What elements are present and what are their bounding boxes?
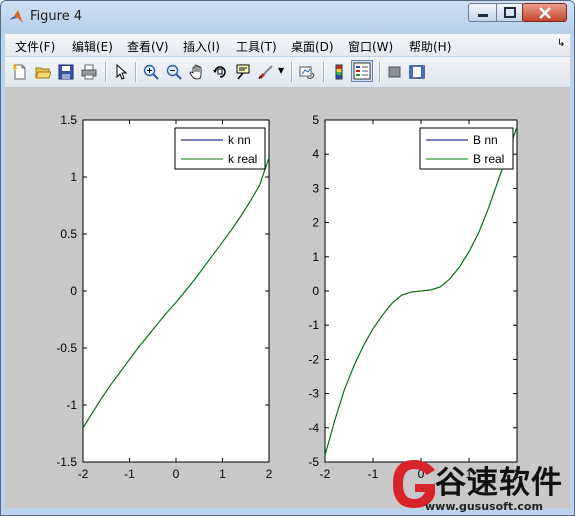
hide-plot-tools-icon[interactable] (387, 64, 403, 80)
x-tick-label: 2 (266, 467, 273, 481)
y-tick-label: 2 (312, 216, 319, 230)
axes-1: -2 -1 0 1 2 1.5 1 0.5 0 -0.5 -1 -1.5 k nn k real (56, 113, 272, 481)
y-tick-label: -3 (308, 387, 319, 401)
legend-toggle-button[interactable] (351, 60, 373, 82)
y-tick-label: 0 (312, 284, 319, 298)
y-tick-label: 5 (312, 113, 319, 127)
plot-area[interactable]: -2 -1 0 1 2 1.5 1 0.5 0 -0.5 -1 -1.5 k nn k real -2 -1 0… (5, 88, 570, 508)
legend-entry: k real (228, 152, 257, 166)
x-tick-label: -1 (368, 467, 379, 481)
x-tick-label: -1 (124, 467, 135, 481)
y-tick-label: 1.5 (60, 113, 77, 127)
maximize-button[interactable] (496, 3, 523, 22)
close-icon (539, 7, 551, 19)
menu-insert[interactable]: 插入(I) (183, 38, 220, 55)
y-tick-label: 4 (312, 147, 319, 161)
x-tick-label: 0 (173, 467, 180, 481)
figure-toolbar: ▼ (5, 57, 570, 88)
window-title: Figure 4 (30, 9, 83, 24)
y-tick-label: -1.5 (56, 455, 77, 469)
watermark-url: www.gususoft.com (425, 500, 543, 513)
toolbar-separator (379, 62, 381, 82)
open-file-icon[interactable] (35, 64, 51, 80)
y-tick-label: 1 (70, 170, 77, 184)
legend-entry: k nn (228, 133, 251, 147)
legend: k nn k real (174, 127, 266, 170)
legend-entry: B nn (473, 133, 498, 147)
y-tick-label: 3 (312, 181, 319, 195)
menu-window[interactable]: 窗口(W) (348, 38, 393, 55)
link-plot-icon[interactable] (299, 64, 315, 80)
menu-file[interactable]: 文件(F) (15, 38, 55, 55)
toolbar-separator (105, 62, 107, 82)
x-tick-label: -2 (78, 467, 89, 481)
zoom-out-icon[interactable] (166, 64, 182, 80)
y-tick-label: 0.5 (60, 227, 77, 241)
pan-hand-icon[interactable] (189, 64, 205, 80)
show-plot-tools-icon[interactable] (409, 64, 425, 80)
menu-tools[interactable]: 工具(T) (236, 38, 277, 55)
menu-bar: 文件(F) 编辑(E) 查看(V) 插入(I) 工具(T) 桌面(D) 窗口(W… (5, 34, 570, 56)
legend: B nn B real (419, 127, 514, 170)
minimize-button[interactable] (468, 3, 497, 22)
brush-icon[interactable] (258, 64, 274, 80)
x-tick-label: 1 (219, 467, 226, 481)
save-icon[interactable] (58, 64, 74, 80)
toolbar-separator (323, 62, 325, 82)
colorbar-icon[interactable] (331, 64, 347, 80)
toolbar-separator (291, 62, 293, 82)
y-tick-label: -1 (308, 318, 319, 332)
close-button[interactable] (522, 3, 567, 22)
maximize-icon (504, 7, 516, 18)
pointer-icon[interactable] (113, 64, 129, 80)
watermark: 谷速软件 www.gususoft.com (383, 453, 573, 515)
matlab-logo-icon (9, 10, 23, 23)
y-tick-label: -4 (308, 421, 319, 435)
menu-desktop[interactable]: 桌面(D) (291, 38, 334, 55)
y-tick-label: -5 (308, 455, 319, 469)
toolbar-separator (135, 62, 137, 82)
y-tick-label: 0 (70, 284, 77, 298)
menu-overflow-icon[interactable]: ↳ (557, 38, 565, 49)
y-tick-label: 1 (312, 250, 319, 264)
menu-help[interactable]: 帮助(H) (409, 38, 451, 55)
minimize-icon (478, 14, 488, 17)
legend-entry: B real (473, 152, 504, 166)
y-tick-label: -1 (66, 398, 77, 412)
menu-view[interactable]: 查看(V) (127, 38, 169, 55)
print-icon[interactable] (81, 64, 97, 80)
new-figure-icon[interactable] (12, 64, 28, 80)
legend-icon (353, 62, 371, 80)
data-cursor-icon[interactable] (235, 64, 251, 80)
zoom-in-icon[interactable] (143, 64, 159, 80)
axes-2: -2 -1 0 1 2543210-1-2-3-4-5B nnB real (308, 113, 520, 481)
menu-edit[interactable]: 编辑(E) (72, 38, 113, 55)
axes-box (82, 119, 270, 463)
title-bar[interactable]: Figure 4 (1, 1, 574, 33)
figure-window: Figure 4 文件(F) 编辑(E) 查看(V) 插入(I) 工具(T) 桌… (0, 0, 575, 516)
figure-canvas[interactable]: -2 -1 0 1 2 1.5 1 0.5 0 -0.5 -1 -1.5 k nn k real -2 -1 0… (5, 88, 570, 508)
y-tick-label: -2 (308, 352, 319, 366)
x-tick-label: -2 (320, 467, 331, 481)
watermark-text: 谷速软件 (435, 465, 563, 501)
rotate-3d-icon[interactable] (212, 64, 228, 80)
brush-dropdown-icon[interactable]: ▼ (278, 66, 284, 75)
y-tick-label: -0.5 (56, 341, 77, 355)
